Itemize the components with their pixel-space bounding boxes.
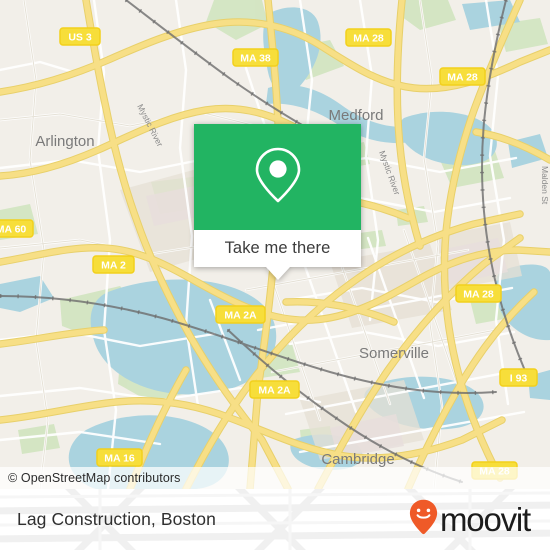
svg-text:Malden St: Malden St: [540, 166, 550, 205]
svg-text:MA 16: MA 16: [104, 453, 135, 465]
svg-text:Arlington: Arlington: [35, 133, 94, 150]
callout-pointer-tail: [265, 267, 290, 280]
svg-text:US 3: US 3: [68, 32, 92, 44]
svg-text:I 93: I 93: [510, 373, 528, 385]
svg-text:MA 2: MA 2: [101, 260, 126, 272]
map-screen: .w { fill:#aad3df; } .pk { fill:#cfe4bd;…: [0, 0, 550, 550]
svg-text:Medford: Medford: [328, 107, 383, 124]
svg-text:Cambridge: Cambridge: [321, 451, 394, 468]
footer-bar: Lag Construction, Boston moovit: [0, 489, 550, 550]
callout-image-panel: [194, 124, 361, 230]
svg-text:MA 2A: MA 2A: [224, 310, 257, 322]
moovit-wordmark: moovit: [440, 501, 531, 538]
svg-text:MA 28: MA 28: [447, 72, 478, 84]
svg-text:MA 38: MA 38: [240, 53, 271, 65]
moovit-smiley-pin-icon: [409, 499, 438, 540]
location-callout[interactable]: Take me there: [194, 124, 361, 280]
map-attribution: © OpenStreetMap contributors: [0, 467, 550, 489]
svg-text:MA 28: MA 28: [353, 33, 384, 45]
map-pin-icon: [253, 146, 303, 209]
svg-text:MA 28: MA 28: [463, 289, 494, 301]
svg-text:Somerville: Somerville: [359, 345, 429, 362]
place-title: Lag Construction, Boston: [17, 509, 216, 529]
take-me-there-button[interactable]: Take me there: [194, 230, 361, 267]
moovit-logo[interactable]: moovit: [409, 499, 531, 540]
svg-text:MA 2A: MA 2A: [258, 385, 291, 397]
svg-text:MA 60: MA 60: [0, 224, 26, 236]
